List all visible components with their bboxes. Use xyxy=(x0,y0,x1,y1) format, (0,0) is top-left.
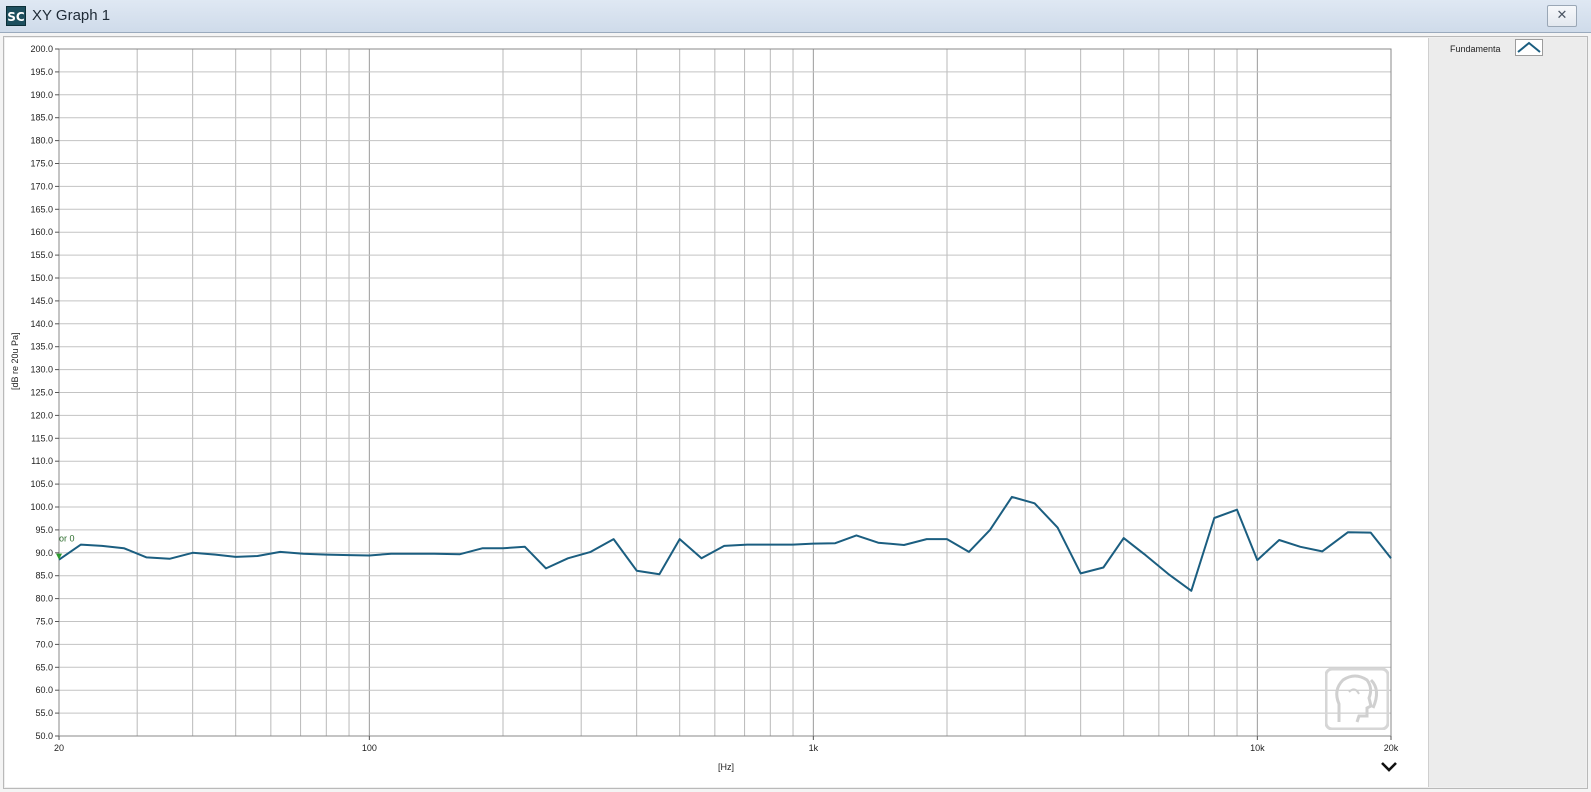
x-tick-label: 100 xyxy=(362,743,377,753)
y-axis-ticks: 50.0 55.0 60.0 65.0 70.0 75.0 80.0 85.0 90.0 95.0… xyxy=(30,44,59,741)
y-tick-label: 120.0 xyxy=(30,410,53,420)
x-tick-label: 10k xyxy=(1250,743,1265,753)
y-tick-label: 135.0 xyxy=(30,342,53,352)
y-tick-label: 200.0 xyxy=(30,44,53,54)
y-tick-label: 80.0 xyxy=(35,594,53,604)
y-tick-label: 105.0 xyxy=(30,479,53,489)
x-tick-label: 20k xyxy=(1384,743,1399,753)
x-tick-label: 20 xyxy=(54,743,64,753)
y-tick-label: 150.0 xyxy=(30,273,53,283)
cursor-label: or 0 xyxy=(59,534,75,544)
y-tick-label: 130.0 xyxy=(30,365,53,375)
y-tick-label: 190.0 xyxy=(30,90,53,100)
ear-logo-icon xyxy=(1325,668,1389,730)
y-tick-label: 140.0 xyxy=(30,319,53,329)
series-line-fundamenta xyxy=(58,495,1392,592)
y-tick-label: 165.0 xyxy=(30,204,53,214)
y-tick-label: 185.0 xyxy=(30,113,53,123)
y-tick-label: 65.0 xyxy=(35,662,53,672)
y-tick-label: 75.0 xyxy=(35,617,53,627)
y-tick-label: 175.0 xyxy=(30,159,53,169)
y-tick-label: 60.0 xyxy=(35,685,53,695)
y-tick-label: 115.0 xyxy=(31,433,53,443)
y-tick-label: 70.0 xyxy=(35,639,53,649)
chevron-down-icon[interactable] xyxy=(1380,760,1398,774)
x-axis-ticks: 20 100 1k 10k 20k xyxy=(54,736,1399,753)
horizontal-grid xyxy=(59,71,1391,714)
y-tick-label: 90.0 xyxy=(35,548,53,558)
y-tick-label: 55.0 xyxy=(35,708,53,718)
y-tick-label: 100.0 xyxy=(30,502,53,512)
y-tick-label: 180.0 xyxy=(30,136,53,146)
x-axis-label: [Hz] xyxy=(718,762,735,772)
y-tick-label: 125.0 xyxy=(30,388,53,398)
y-tick-label: 110.0 xyxy=(31,456,53,466)
y-tick-label: 160.0 xyxy=(30,227,53,237)
x-tick-label: 1k xyxy=(809,743,819,753)
y-tick-label: 50.0 xyxy=(35,731,53,741)
y-tick-label: 170.0 xyxy=(30,181,53,191)
y-tick-label: 195.0 xyxy=(30,67,53,77)
y-tick-label: 95.0 xyxy=(35,525,53,535)
y-tick-label: 85.0 xyxy=(35,571,53,581)
y-axis-label: [dB re 20u Pa] xyxy=(10,332,20,390)
y-tick-label: 145.0 xyxy=(30,296,53,306)
y-tick-label: 155.0 xyxy=(30,250,53,260)
